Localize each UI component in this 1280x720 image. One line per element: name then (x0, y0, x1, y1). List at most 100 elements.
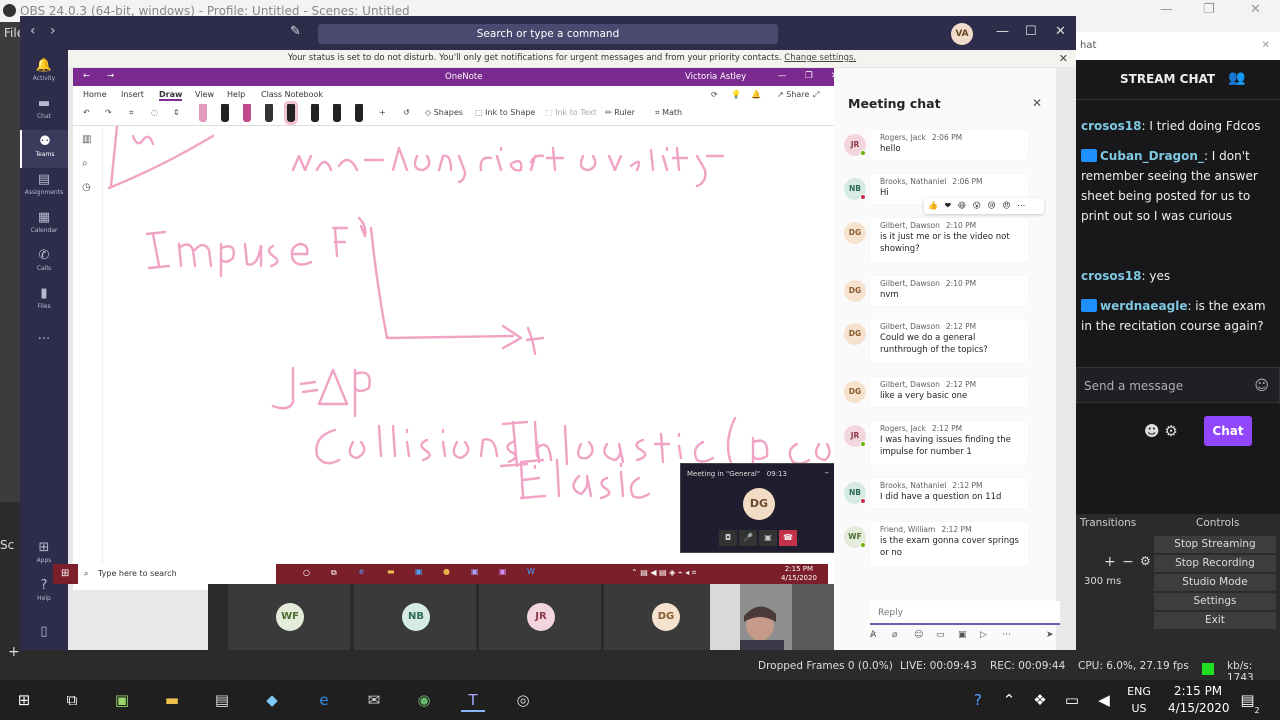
store-icon[interactable]: ▤ (210, 688, 234, 712)
folder-icon[interactable]: ▬ (387, 567, 395, 576)
word-icon[interactable]: W (527, 567, 535, 576)
teams-app-icon[interactable]: ▣ (471, 567, 479, 576)
language-indicator[interactable]: ENG US (1124, 683, 1154, 717)
emoji-icon[interactable]: ☺ (914, 630, 923, 640)
dropbox-icon[interactable]: ❖ (1028, 688, 1052, 712)
pen-dark[interactable] (265, 104, 273, 122)
chat-username[interactable]: werdnaeagle (1100, 299, 1187, 313)
chat-message[interactable]: Gilbert, Dawson 2:10 PM is it just me or i… (844, 218, 1028, 262)
banner-close-icon[interactable]: ✕ (1059, 50, 1068, 67)
onenote-app-icon[interactable]: ▣ (499, 567, 507, 576)
dock-tab-transitions[interactable]: Transitions (1080, 514, 1136, 532)
ruler-tool[interactable]: ✏ Ruler (605, 108, 635, 117)
attach-icon[interactable]: ⌀ (892, 630, 897, 640)
reply-input[interactable]: Reply (870, 601, 1060, 625)
teams-minimize-icon[interactable]: — (996, 24, 1009, 39)
remote-search-input[interactable]: ⌕ Type here to search (78, 564, 276, 584)
obs-taskbar-icon[interactable]: ◎ (511, 688, 535, 712)
participant-tile[interactable]: DG (604, 584, 726, 650)
chat-send-button[interactable]: Chat (1204, 416, 1252, 446)
help-icon[interactable]: ? (966, 688, 990, 712)
tab-home[interactable]: Home (83, 90, 107, 99)
pen-black-3[interactable] (333, 104, 341, 122)
reaction-bar[interactable]: 👍 ❤ 😆 😮 😢 😠 ⋯ (924, 198, 1044, 214)
onenote-minimize-icon[interactable]: — (778, 71, 787, 81)
edge-icon[interactable]: e (359, 567, 364, 576)
meet-icon[interactable]: ▷ (980, 630, 987, 640)
rail-item-teams[interactable]: ⚉ Teams (20, 130, 68, 168)
chat-close-icon[interactable]: ✕ (1032, 96, 1042, 110)
math-tool[interactable]: ⌗ Math (655, 108, 682, 118)
edge-icon[interactable]: e (312, 688, 336, 712)
expand-icon[interactable]: ⤢ (813, 90, 819, 100)
taskbar-clock[interactable]: 2:15 PM 4/15/2020 (1168, 683, 1230, 717)
onenote-forward-icon[interactable]: → (107, 71, 114, 81)
rail-item-chat[interactable]: ▬ Chat (20, 92, 68, 130)
compose-icon[interactable]: ✎ (290, 24, 301, 39)
remove-transition-icon[interactable]: − (1122, 554, 1134, 570)
undo-icon[interactable]: ↶ (83, 108, 90, 117)
clear-icon[interactable]: ✕ (1262, 32, 1270, 60)
send-icon[interactable]: ➤ (1046, 630, 1054, 640)
users-icon[interactable]: 👥 (1228, 70, 1245, 86)
chat-message[interactable]: Rogers, Jack 2:06 PM hello JR (844, 130, 1028, 160)
sticker-icon[interactable]: ▣ (958, 630, 967, 640)
meeting-mini-window[interactable]: Meeting in "General" 09:13 – DG ◘ 🎤 ▣ ☎ (680, 463, 838, 553)
pen-black[interactable] (221, 104, 229, 122)
tab-view[interactable]: View (195, 90, 214, 99)
mini-collapse-icon[interactable]: – (825, 468, 830, 478)
chat-username[interactable]: crosos18 (1081, 269, 1142, 283)
onenote-restore-icon[interactable]: ❐ (805, 71, 813, 81)
ink-to-shape-tool[interactable]: ⬚ Ink to Shape (475, 108, 535, 117)
pen-magenta[interactable] (243, 104, 251, 122)
chat-username[interactable]: crosos18 (1081, 119, 1142, 133)
close-icon[interactable]: ✕ (1250, 2, 1261, 17)
add-space-icon[interactable]: ⇕ (173, 108, 180, 117)
mic-icon[interactable]: 🎤 (739, 530, 757, 546)
chat-message[interactable]: Gilbert, Dawson 2:12 PM like a very basic … (844, 377, 1028, 407)
outlook-icon[interactable]: ▣ (415, 567, 423, 576)
profile-avatar[interactable]: VA (951, 23, 973, 45)
teams-close-icon[interactable]: ✕ (1055, 24, 1066, 39)
paint-icon[interactable]: ▣ (110, 688, 134, 712)
sync-icon[interactable]: ⟳ (711, 90, 718, 99)
pen-pink[interactable] (199, 104, 207, 122)
share-button[interactable]: ↗ Share (777, 90, 809, 99)
chat-message[interactable]: Rogers, Jack 2:12 PM I was having issues f… (844, 421, 1028, 465)
add-transition-icon[interactable]: + (1104, 554, 1116, 570)
emote-icon[interactable]: ☺ (1254, 368, 1269, 404)
rail-item-calls[interactable]: ✆ Calls (20, 244, 68, 282)
stream-search-input[interactable]: hat ✕ (1076, 32, 1280, 60)
chrome-icon[interactable]: ● (443, 567, 450, 576)
sender-avatar[interactable]: DG (844, 381, 866, 403)
back-arrow-icon[interactable]: ‹ (30, 23, 36, 39)
chat-message[interactable]: Gilbert, Dawson 2:10 PM nvm DG (844, 276, 1028, 306)
participant-tile[interactable]: NB (354, 584, 476, 650)
notifications-icon[interactable]: ▤2 (1238, 688, 1262, 715)
pen-black-4[interactable] (355, 104, 363, 122)
restore-icon[interactable]: ❐ (1203, 2, 1215, 17)
task-view-icon[interactable]: ⧉ (331, 568, 337, 578)
gif-icon[interactable]: ▭ (936, 630, 945, 640)
settings-gear-icon[interactable]: ⚙ (1164, 422, 1177, 440)
transition-duration[interactable]: 300 ms (1084, 576, 1121, 587)
send-message-input[interactable]: Send a message ☺ (1076, 367, 1280, 403)
studio-mode-button[interactable]: Studio Mode (1154, 574, 1276, 591)
cortana-icon[interactable]: ○ (303, 568, 310, 577)
more-options-icon[interactable]: ⋯ (1017, 201, 1025, 210)
show-hidden-icon[interactable]: ⌃ (997, 688, 1021, 712)
pen-black-2[interactable] (311, 104, 319, 122)
ink-to-text-tool[interactable]: ⬚ Ink to Text (545, 108, 596, 117)
teams-maximize-icon[interactable]: ☐ (1025, 24, 1037, 39)
windows-start-icon[interactable]: ⊞ (61, 568, 69, 579)
lasso-icon[interactable]: ⌗ (129, 108, 134, 118)
more-icon[interactable]: ⋯ (1002, 630, 1011, 640)
teams-taskbar-icon[interactable]: T (461, 688, 485, 712)
add-scene-icon[interactable]: + (8, 644, 20, 660)
shapes-tool[interactable]: ◇ Shapes (425, 108, 463, 117)
settings-button[interactable]: Settings (1154, 593, 1276, 610)
transition-settings-icon[interactable]: ⚙ (1140, 554, 1151, 568)
tab-draw[interactable]: Draw (159, 90, 183, 101)
stop-recording-button[interactable]: Stop Recording (1154, 555, 1276, 572)
volume-icon[interactable]: ◀ (1092, 688, 1116, 712)
